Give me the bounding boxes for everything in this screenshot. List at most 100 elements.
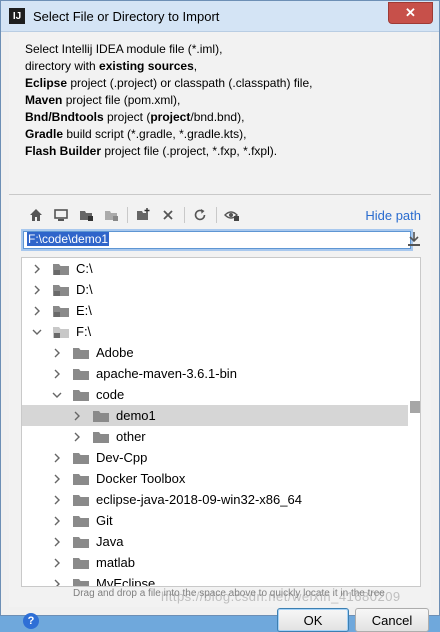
desktop-icon[interactable] (50, 204, 72, 226)
tree-row-label: F:\ (76, 324, 92, 339)
tree-scrollbar[interactable] (410, 258, 420, 586)
tree-row-label: matlab (96, 555, 136, 570)
tree-row-label: eclipse-java-2018-09-win32-x86_64 (96, 492, 302, 507)
chevron-right-icon[interactable] (52, 369, 62, 379)
show-hidden-icon[interactable] (221, 204, 243, 226)
chevron-right-icon[interactable] (52, 516, 62, 526)
tree-row[interactable]: Adobe (22, 342, 408, 363)
tree-row[interactable]: Docker Toolbox (22, 468, 408, 489)
desc-line: Eclipse project (.project) or classpath … (25, 76, 313, 90)
import-dialog: IJ Select File or Directory to Import ✕ … (0, 0, 440, 632)
chevron-right-icon[interactable] (52, 474, 62, 484)
download-icon[interactable] (407, 231, 421, 247)
file-tree[interactable]: C:\ D:\ E:\ F:\ Adobe apache-maven-3.6.1-bin c… (21, 257, 421, 587)
tree-row-label: Dev-Cpp (96, 450, 148, 465)
chevron-right-icon[interactable] (32, 264, 42, 274)
drive-icon (52, 283, 70, 297)
tree-row-selected[interactable]: demo1 (22, 405, 408, 426)
chevron-right-icon[interactable] (32, 285, 42, 295)
tree-row[interactable]: Git (22, 510, 408, 531)
chevron-down-icon[interactable] (32, 327, 42, 337)
tree-row-label: Docker Toolbox (96, 471, 186, 486)
tree-row[interactable]: Java (22, 531, 408, 552)
tree-row[interactable]: matlab (22, 552, 408, 573)
chevron-right-icon[interactable] (52, 348, 62, 358)
tree-row[interactable]: eclipse-java-2018-09-win32-x86_64 (22, 489, 408, 510)
chevron-right-icon[interactable] (52, 558, 62, 568)
drive-icon (52, 262, 70, 276)
folder-icon (72, 577, 90, 586)
tree-row-label: demo1 (116, 408, 156, 423)
chevron-right-icon[interactable] (72, 432, 82, 442)
desc-line: Maven project file (pom.xml), (25, 93, 181, 107)
scroll-thumb[interactable] (410, 401, 420, 413)
path-value: F:\code\demo1 (27, 232, 110, 246)
title-bar[interactable]: IJ Select File or Directory to Import ✕ (1, 1, 439, 32)
folder-icon (72, 493, 90, 507)
folder-icon (72, 367, 90, 381)
tree-row[interactable]: other (22, 426, 408, 447)
tree-row-label: other (116, 429, 146, 444)
folder-icon (72, 451, 90, 465)
folder-icon (72, 472, 90, 486)
drive-icon (52, 325, 70, 339)
desc-line: Select Intellij IDEA module file (*.iml)… (25, 42, 223, 56)
chevron-right-icon[interactable] (52, 579, 62, 586)
watermark: https://blog.csdn.net/weixin_41680209 (161, 589, 401, 604)
tree-row[interactable]: code (22, 384, 408, 405)
tree-row[interactable]: apache-maven-3.6.1-bin (22, 363, 408, 384)
divider (9, 194, 431, 195)
help-button[interactable]: ? (23, 613, 39, 629)
chevron-right-icon[interactable] (52, 495, 62, 505)
folder-icon (72, 514, 90, 528)
tree-row-label: MyEclipse (96, 576, 156, 587)
folder-icon (92, 430, 110, 444)
tree-row-label: Java (96, 534, 124, 549)
tree-row-label: code (96, 387, 125, 402)
chevron-right-icon[interactable] (52, 453, 62, 463)
ok-button[interactable]: OK (277, 608, 349, 632)
folder-icon (72, 346, 90, 360)
chevron-right-icon[interactable] (72, 411, 82, 421)
folder-icon (72, 535, 90, 549)
tree-row-label: D:\ (76, 282, 93, 297)
chevron-right-icon[interactable] (32, 306, 42, 316)
delete-icon[interactable] (157, 204, 179, 226)
drive-icon (52, 304, 70, 318)
module-folder-icon[interactable] (100, 204, 122, 226)
desc-line: Gradle build script (*.gradle, *.gradle.… (25, 127, 247, 141)
tree-row-label: Git (96, 513, 113, 528)
hide-path-link[interactable]: Hide path (365, 208, 421, 223)
close-button[interactable]: ✕ (388, 2, 433, 24)
toolbar-separator (184, 207, 185, 223)
chevron-right-icon[interactable] (52, 537, 62, 547)
file-toolbar (25, 204, 246, 226)
tree-row-label: Adobe (96, 345, 134, 360)
chevron-down-icon[interactable] (52, 390, 62, 400)
intellij-app-icon: IJ (9, 8, 25, 24)
new-folder-icon[interactable] (132, 204, 154, 226)
folder-icon (72, 556, 90, 570)
home-icon[interactable] (25, 204, 47, 226)
path-field[interactable]: F:\code\demo1 (21, 229, 413, 251)
tree-row[interactable]: F:\ (22, 321, 408, 342)
tree-row-label: E:\ (76, 303, 92, 318)
tree-row[interactable]: D:\ (22, 279, 408, 300)
import-description: Select Intellij IDEA module file (*.iml)… (25, 41, 312, 160)
refresh-icon[interactable] (189, 204, 211, 226)
tree-row[interactable]: MyEclipse (22, 573, 408, 587)
toolbar-separator (216, 207, 217, 223)
folder-icon (72, 388, 90, 402)
folder-icon (92, 409, 110, 423)
tree-row-label: apache-maven-3.6.1-bin (96, 366, 237, 381)
toolbar-separator (127, 207, 128, 223)
desc-line: directory with existing sources, (25, 59, 198, 73)
tree-row[interactable]: E:\ (22, 300, 408, 321)
desc-line: Flash Builder project file (.project, *.… (25, 144, 278, 158)
desc-line: Bnd/Bndtools project (project/bnd.bnd), (25, 110, 245, 124)
project-folder-icon[interactable] (75, 204, 97, 226)
tree-row[interactable]: Dev-Cpp (22, 447, 408, 468)
tree-row[interactable]: C:\ (22, 258, 408, 279)
cancel-button[interactable]: Cancel (355, 608, 429, 632)
tree-row-label: C:\ (76, 261, 93, 276)
